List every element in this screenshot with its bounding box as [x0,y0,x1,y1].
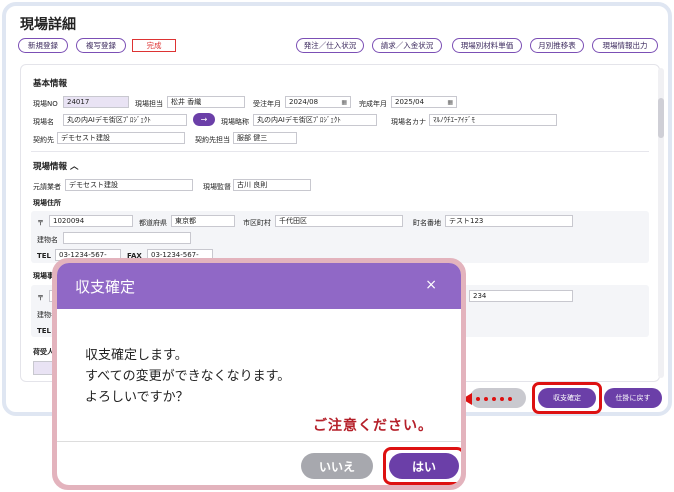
new-registration-button[interactable]: 新規登録 [18,38,68,53]
billing-status-button[interactable]: 請求／入金状況 [372,38,442,53]
dialog-message: 収支確定します。 すべての変更ができなくなります。 よろしいですか？ [85,345,290,408]
confirm-balance-button[interactable]: 収支確定 [538,388,596,408]
kana-field[interactable]: ﾏﾙﾉｳﾁｴｰｱｲﾃﾞﾓ [429,114,557,126]
dialog-title: 収支確定 [75,277,136,296]
office-zip-mark: 〒 [37,294,44,302]
site-info-heading[interactable]: 現場情報 ︿ [33,160,78,172]
dialog-divider [57,441,461,442]
site-manager-label: 現場担当 [135,100,163,108]
site-name-field[interactable]: 丸の内AIデモ街区ﾌﾟﾛｼﾞｪｸﾄ [63,114,187,126]
complete-month-value: 2025/04 [395,98,425,106]
caution-text: ご注意ください。 [313,418,433,434]
kana-label: 現場名カナ [391,118,426,126]
short-name-label: 現場略称 [221,118,249,126]
pointer-arrow-icon [462,393,512,405]
monthly-trend-button[interactable]: 月別推移表 [530,38,584,53]
basic-info-heading: 基本情報 [33,79,68,89]
order-status-button[interactable]: 発注／仕入状況 [296,38,364,53]
return-to-wip-button[interactable]: 仕掛に戻す [604,388,662,408]
contractor-person-field[interactable]: 服部 健三 [233,132,297,144]
print-site-info-button[interactable]: 現場情報出力 [592,38,658,53]
status-badge: 完成 [132,39,176,52]
zip-mark: 〒 [37,219,44,227]
prefecture-label: 都道府県 [139,219,167,227]
calendar-icon[interactable]: ▦ [341,99,347,106]
building-label: 建物名 [37,236,58,244]
site-no-field[interactable]: 24017 [63,96,129,108]
confirm-dialog-frame: 収支確定 × 収支確定します。 すべての変更ができなくなります。 よろしいですか… [52,258,466,490]
site-name-label: 現場名 [33,118,54,126]
order-month-value: 2024/08 [289,98,319,106]
dialog-line-3: よろしいですか？ [85,390,189,405]
copy-registration-button[interactable]: 複写登録 [76,38,126,53]
city-label: 市区町村 [243,219,271,227]
tel-label: TEL [37,252,52,260]
zip-field[interactable]: 1020094 [49,215,133,227]
prime-contractor-field[interactable]: デモセスト建設 [65,179,193,191]
no-button[interactable]: いいえ [301,453,373,479]
consignee-label: 荷受人 [33,348,54,356]
order-month-field[interactable]: 2024/08 ▦ [285,96,351,108]
close-icon[interactable]: × [425,277,437,293]
prefecture-field[interactable]: 東京都 [171,215,235,227]
apply-arrow-button[interactable]: → [193,113,215,126]
order-month-label: 受注年月 [253,100,281,108]
office-town-field[interactable]: 234 [469,290,573,302]
yes-button[interactable]: はい [389,453,459,479]
site-address-label: 現場住所 [33,199,61,207]
dialog-line-2: すべての変更ができなくなります。 [85,369,291,384]
contractor-field[interactable]: デモセスト建設 [57,132,185,144]
scrollbar-thumb[interactable] [658,98,664,138]
office-tel-label: TEL [37,327,52,335]
dialog-line-1: 収支確定します。 [85,348,188,363]
site-no-label: 現場NO [33,100,58,108]
page-title: 現場詳細 [20,17,76,33]
town-field[interactable]: テスト123 [445,215,573,227]
complete-month-field[interactable]: 2025/04 ▦ [391,96,457,108]
divider [31,151,649,152]
contractor-label: 契約先 [33,136,54,144]
supervisor-field[interactable]: 古川 良則 [233,179,311,191]
town-label: 町名番地 [413,219,441,227]
building-field[interactable] [63,232,191,244]
prime-contractor-label: 元請業者 [33,183,61,191]
dialog-header: 収支確定 [57,263,461,309]
complete-month-label: 完成年月 [359,100,387,108]
material-unit-price-button[interactable]: 現場別材料単価 [452,38,522,53]
supervisor-label: 現場監督 [203,183,231,191]
short-name-field[interactable]: 丸の内AIデモ街区ﾌﾟﾛｼﾞｪｸﾄ [253,114,377,126]
site-manager-field[interactable]: 松井 香織 [167,96,245,108]
contractor-person-label: 契約先担当 [195,136,230,144]
calendar-icon[interactable]: ▦ [447,99,453,106]
city-field[interactable]: 千代田区 [275,215,403,227]
confirm-dialog: 収支確定 × 収支確定します。 すべての変更ができなくなります。 よろしいですか… [57,263,461,485]
